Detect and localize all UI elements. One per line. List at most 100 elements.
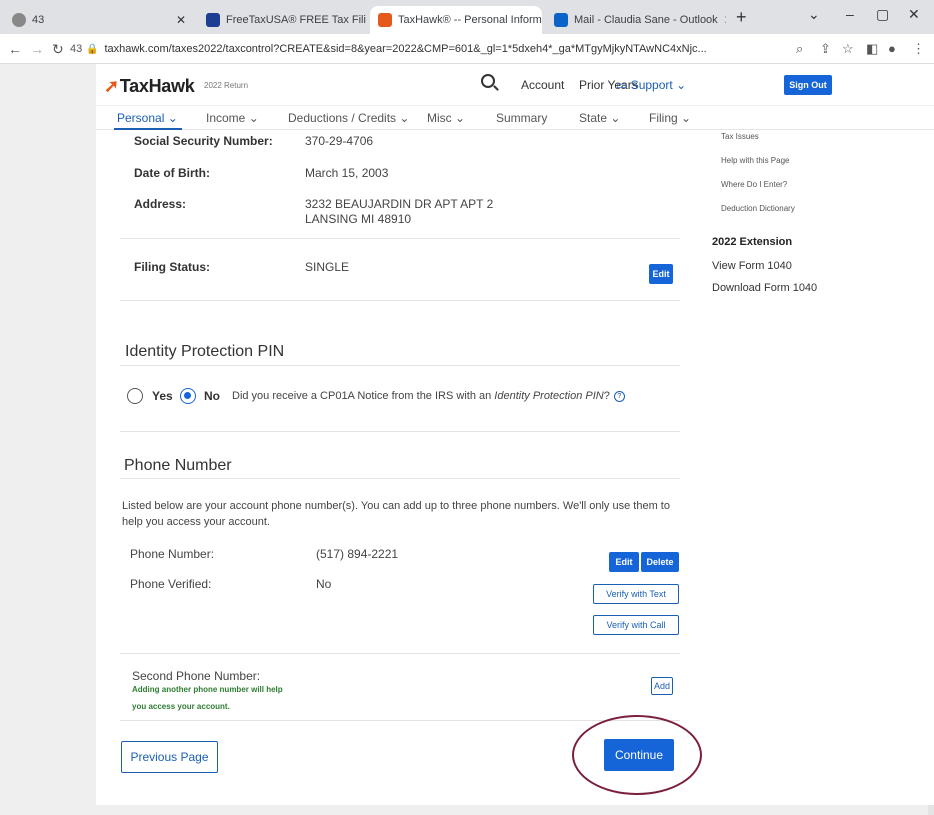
help-icon[interactable]: ?: [613, 390, 625, 402]
outlook-favicon: [554, 13, 568, 27]
nav-state[interactable]: State ⌄: [579, 111, 620, 125]
edit-phone-button[interactable]: Edit: [609, 552, 639, 572]
divider: [120, 478, 680, 479]
question-end: ?: [603, 390, 610, 402]
url-text: taxhawk.com/taxes2022/taxcontrol?CREATE&…: [104, 43, 707, 55]
chat-icon: ▭: [616, 78, 628, 92]
address-prefix: 43: [70, 43, 83, 55]
download-form-1040-link[interactable]: Download Form 1040: [712, 282, 817, 294]
menu-kebab-icon[interactable]: ⋮: [912, 41, 925, 57]
divider: [120, 238, 680, 239]
divider: [120, 300, 680, 301]
freetaxusa-favicon: [206, 13, 220, 27]
nav-personal[interactable]: Personal ⌄: [117, 111, 178, 125]
nav-deductions-credits[interactable]: Deductions / Credits ⌄: [288, 111, 409, 125]
minimize-icon[interactable]: –: [846, 6, 854, 22]
divider: [120, 720, 680, 721]
address-line-2: LANSING MI 48910: [305, 212, 412, 226]
nav-label: Income: [206, 111, 246, 125]
sign-out-button[interactable]: Sign Out: [784, 75, 832, 95]
sidebar-panel-icon[interactable]: ◧: [866, 41, 878, 57]
zoom-icon[interactable]: ⌕: [796, 41, 803, 57]
sidebar-where-enter-link[interactable]: Where Do I Enter?: [721, 180, 787, 189]
divider: [120, 365, 680, 366]
nav-label: State: [579, 111, 608, 125]
chevron-down-icon: ⌄: [676, 78, 687, 92]
delete-phone-button[interactable]: Delete: [641, 552, 679, 572]
ip-pin-yes-radio[interactable]: [127, 388, 143, 404]
address-label: Address:: [134, 197, 187, 211]
dob-label: Date of Birth:: [134, 166, 210, 180]
divider: [120, 431, 680, 432]
share-icon[interactable]: ⇪: [820, 41, 831, 57]
phone-number-title: Phone Number: [124, 457, 232, 474]
tab-label: 43: [32, 14, 45, 26]
sidebar-help-link[interactable]: Help with this Page: [721, 156, 789, 165]
tax-year-label: 2022 Return: [204, 81, 249, 90]
ssn-label: Social Security Number:: [134, 134, 273, 148]
tab-label: FreeTaxUSA® FREE Tax Filing: [226, 14, 366, 26]
question-italic: Identity Protection PIN: [494, 390, 604, 402]
taxhawk-logo[interactable]: ➚TaxHawk: [104, 76, 195, 97]
browser-tab-1[interactable]: 43 ✕: [4, 6, 194, 34]
verify-with-text-button[interactable]: Verify with Text: [593, 584, 679, 604]
view-form-1040-link[interactable]: View Form 1040: [712, 260, 792, 272]
ssn-value: 370-29-4706: [305, 134, 374, 148]
nav-label: Filing: [649, 111, 678, 125]
browser-tab-4[interactable]: Mail - Claudia Sane - Outlook ✕: [546, 6, 726, 34]
nav-income[interactable]: Income ⌄: [206, 111, 259, 125]
forward-arrow-icon[interactable]: →: [30, 41, 44, 57]
globe-icon: [12, 13, 26, 27]
search-icon[interactable]: [481, 74, 495, 88]
nav-filing[interactable]: Filing ⌄: [649, 111, 691, 125]
phone-number-label: Phone Number:: [130, 547, 215, 561]
chevron-down-icon[interactable]: ⌄: [808, 6, 820, 23]
nav-summary[interactable]: Summary: [496, 111, 547, 125]
new-tab-button[interactable]: +: [736, 7, 747, 28]
sidebar-deduction-dictionary-link[interactable]: Deduction Dictionary: [721, 204, 795, 213]
browser-tab-strip: 43 ✕ FreeTaxUSA® FREE Tax Filing ✕ TaxHa…: [0, 0, 934, 34]
sidebar-tax-issues-link[interactable]: Tax Issues: [721, 132, 759, 141]
star-icon[interactable]: ☆: [842, 41, 854, 57]
ip-pin-question: Did you receive a CP01A Notice from the …: [232, 390, 625, 402]
site-header: ➚TaxHawk 2022 Return Account Prior Years…: [96, 64, 934, 106]
ip-pin-no-radio[interactable]: [180, 388, 196, 404]
lock-icon: 🔒: [86, 43, 99, 55]
account-link[interactable]: Account: [521, 78, 564, 92]
extension-heading: 2022 Extension: [712, 236, 793, 248]
edit-filing-status-button[interactable]: Edit: [649, 264, 673, 284]
verify-with-call-button[interactable]: Verify with Call: [593, 615, 679, 635]
close-window-icon[interactable]: ✕: [908, 6, 920, 23]
close-tab-icon[interactable]: ✕: [170, 13, 186, 27]
nav-misc[interactable]: Misc ⌄: [427, 111, 465, 125]
active-nav-underline: [114, 128, 182, 130]
main-nav: Personal ⌄ Income ⌄ Deductions / Credits…: [96, 106, 934, 130]
ip-pin-title: Identity Protection PIN: [125, 343, 285, 360]
profile-icon[interactable]: ●: [888, 41, 896, 56]
phone-description: Listed below are your account phone numb…: [122, 500, 670, 528]
filing-status-label: Filing Status:: [134, 260, 210, 274]
support-menu[interactable]: ▭ Support ⌄: [616, 78, 686, 92]
nav-label: Personal: [117, 111, 165, 125]
logo-text: TaxHawk: [119, 76, 195, 96]
add-phone-button[interactable]: Add: [651, 677, 673, 695]
ip-pin-no-label[interactable]: No: [204, 389, 220, 403]
previous-page-button[interactable]: Previous Page: [121, 741, 218, 773]
tab-label: Mail - Claudia Sane - Outlook: [574, 14, 718, 26]
support-label: Support: [630, 78, 673, 92]
second-phone-hint-1: Adding another phone number will help: [132, 685, 283, 694]
annotation-circle: [572, 715, 702, 795]
ip-pin-yes-label[interactable]: Yes: [152, 389, 173, 403]
browser-tab-2[interactable]: FreeTaxUSA® FREE Tax Filing ✕: [198, 6, 366, 34]
taxhawk-favicon: [378, 13, 392, 27]
nav-label: Misc: [427, 111, 452, 125]
close-tab-icon[interactable]: ✕: [718, 13, 726, 27]
url-field[interactable]: 🔒 taxhawk.com/taxes2022/taxcontrol?CREAT…: [86, 38, 786, 60]
browser-tab-3-active[interactable]: TaxHawk® -- Personal Inform ✕: [370, 6, 542, 34]
hawk-logo-icon: ➚: [104, 76, 119, 96]
reload-icon[interactable]: ↻: [52, 41, 64, 58]
nav-label: Summary: [496, 111, 548, 125]
maximize-icon[interactable]: ▢: [876, 6, 889, 23]
back-arrow-icon[interactable]: ←: [8, 41, 22, 57]
question-text: Did you receive a CP01A Notice from the …: [232, 390, 495, 402]
